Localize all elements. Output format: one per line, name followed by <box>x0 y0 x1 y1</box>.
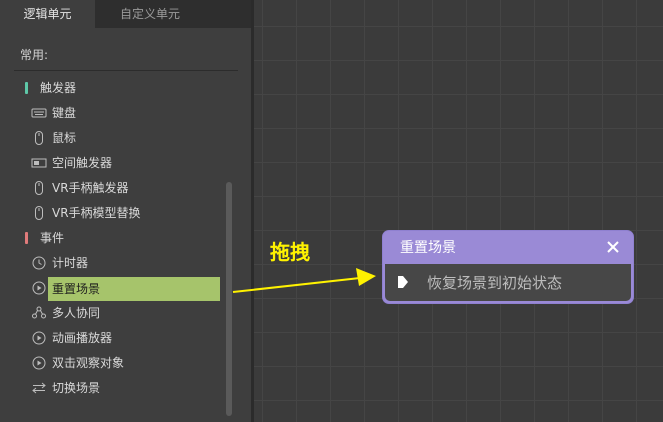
category-color-bar <box>25 232 28 244</box>
item-label: 空间触发器 <box>52 156 113 170</box>
vr-controller-icon <box>35 206 43 220</box>
item-label: 鼠标 <box>52 131 77 145</box>
mouse-icon <box>35 131 43 145</box>
item-label: 计时器 <box>52 256 89 270</box>
list-item-double-click-observe[interactable]: 双击观察对象 <box>0 352 222 374</box>
section-divider <box>14 70 238 71</box>
node-action-label: 恢复场景到初始状态 <box>427 274 563 292</box>
list-item-timer[interactable]: 计时器 <box>0 252 222 274</box>
list-item-reset-scene[interactable]: 重置场景 <box>0 277 222 301</box>
section-header-common: 常用: <box>20 48 49 62</box>
list-item-mouse[interactable]: 鼠标 <box>0 127 222 149</box>
tab-bar: 逻辑单元 自定义单元 <box>0 0 251 28</box>
list-item-keyboard[interactable]: 键盘 <box>0 102 222 124</box>
item-label: VR手柄模型替换 <box>52 206 141 220</box>
play-circle-icon <box>32 356 46 370</box>
list-item-vr-controller-model-swap[interactable]: VR手柄模型替换 <box>0 202 222 224</box>
node-header[interactable]: 重置场景 <box>383 231 633 262</box>
list-item-switch-scene[interactable]: 切换场景 <box>0 377 222 399</box>
close-icon[interactable] <box>605 239 621 255</box>
play-circle-icon <box>32 331 46 345</box>
item-label: 多人协同 <box>52 306 101 320</box>
keyboard-icon <box>31 108 47 118</box>
category-trigger[interactable]: 触发器 <box>0 77 222 99</box>
multiplayer-icon <box>32 306 46 319</box>
node-title: 重置场景 <box>400 240 456 256</box>
timer-icon <box>32 256 46 270</box>
node-body: 恢复场景到初始状态 <box>385 264 631 301</box>
item-label: 重置场景 <box>52 282 101 296</box>
reset-scene-icon <box>32 281 46 295</box>
list-item-multiplayer[interactable]: 多人协同 <box>0 302 222 324</box>
item-label: 动画播放器 <box>52 331 113 345</box>
tab-custom-units[interactable]: 自定义单元 <box>95 0 205 28</box>
category-label: 事件 <box>40 231 65 245</box>
item-label: 双击观察对象 <box>52 356 125 370</box>
item-label: 切换场景 <box>52 381 101 395</box>
item-label: VR手柄触发器 <box>52 181 129 195</box>
drag-annotation-label: 拖拽 <box>270 240 310 264</box>
swap-arrows-icon <box>32 382 46 394</box>
vr-controller-icon <box>35 181 43 195</box>
category-color-bar <box>25 82 28 94</box>
list-item-space-trigger[interactable]: 空间触发器 <box>0 152 222 174</box>
list-item-vr-controller-trigger[interactable]: VR手柄触发器 <box>0 177 222 199</box>
space-trigger-icon <box>31 158 47 168</box>
list-item-animation-player[interactable]: 动画播放器 <box>0 327 222 349</box>
item-label: 键盘 <box>52 106 77 120</box>
category-event[interactable]: 事件 <box>0 227 222 249</box>
reset-scene-node[interactable]: 重置场景 恢复场景到初始状态 <box>383 231 633 303</box>
tab-logic-units[interactable]: 逻辑单元 <box>0 0 95 28</box>
category-label: 触发器 <box>40 81 77 95</box>
unit-library-panel: 逻辑单元 自定义单元 常用: 触发器 键盘 鼠标 空间触发器 VR手柄触发器 V… <box>0 0 251 422</box>
panel-scrollbar[interactable] <box>226 182 232 416</box>
output-port-icon[interactable] <box>397 275 409 289</box>
node-graph-canvas[interactable] <box>254 0 663 422</box>
